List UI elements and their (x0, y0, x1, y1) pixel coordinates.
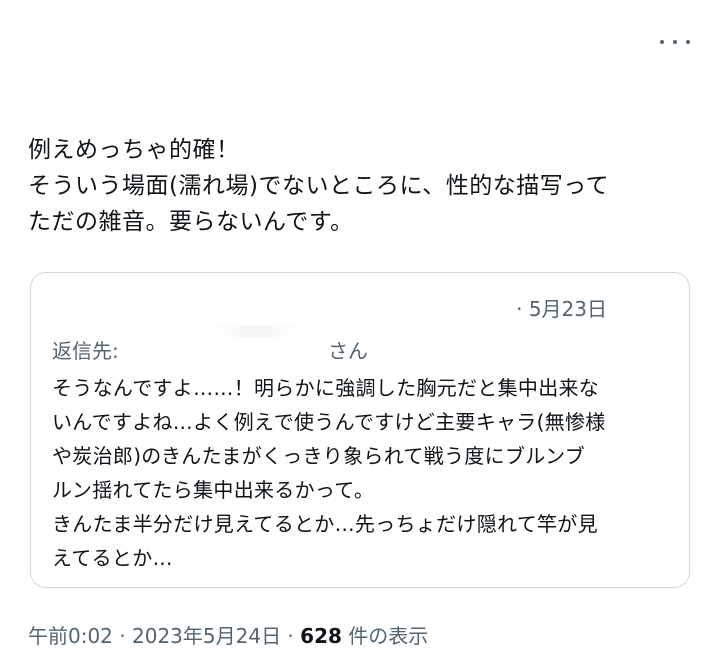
tweet-time[interactable]: 午前0:02 (28, 624, 113, 648)
quoted-tweet-text: そうなんですよ……！明らかに強調した胸元だと集中出来な いんですよね…よく例えで… (52, 376, 606, 570)
view-count-label: 件の表示 (341, 624, 429, 648)
reply-to-label: 返信先: (52, 339, 119, 363)
more-horizontal-icon-dot (673, 40, 677, 44)
more-horizontal-icon-dot (686, 40, 690, 44)
tweet-date[interactable]: 2023年5月24日 (132, 624, 281, 648)
tweet-text: 例えめっちゃ的確！ そういう場面(濡れ場)でないところに、性的な描写って ただの… (28, 137, 610, 235)
tweet-metadata: 午前0:02 · 2023年5月24日 · 628 件の表示 (28, 620, 428, 649)
quoted-tweet-date[interactable]: · 5月23日 (516, 293, 607, 322)
meta-separator: · (112, 624, 132, 648)
meta-separator: · (281, 624, 301, 648)
quoted-tweet-card[interactable]: · 5月23日 返信先: さん そうなんですよ……！明らかに強調した胸元だと集中… (30, 272, 690, 588)
reply-to-suffix: さん (328, 339, 368, 363)
view-count[interactable]: 628 (300, 624, 342, 648)
redacted-handle (211, 325, 301, 337)
more-options-button[interactable] (660, 30, 690, 54)
more-horizontal-icon (660, 40, 664, 44)
